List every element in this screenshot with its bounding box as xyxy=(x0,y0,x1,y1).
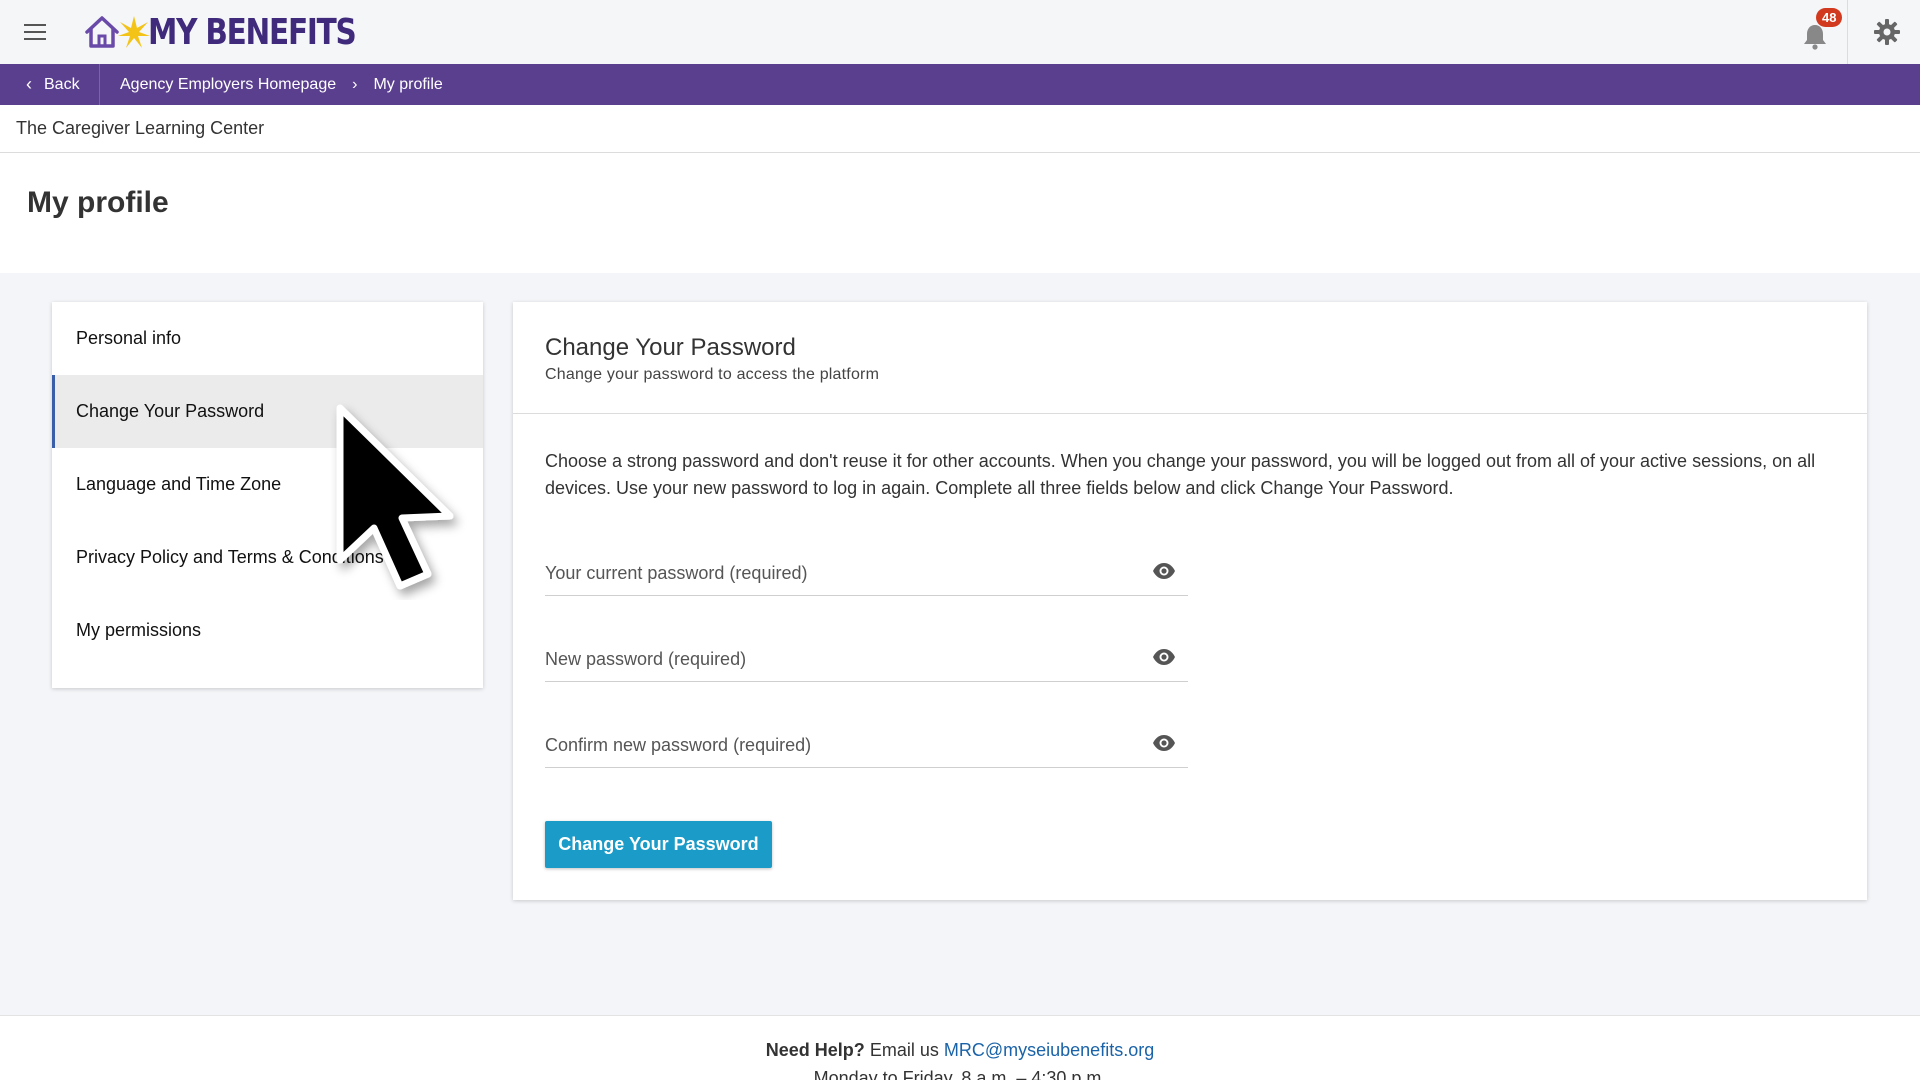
org-name: The Caregiver Learning Center xyxy=(16,118,265,138)
current-password-input[interactable] xyxy=(545,552,1135,594)
chevron-left-icon: ‹ xyxy=(26,74,32,94)
footer-hours: Monday to Friday, 8 a.m. – 4:30 p.m. xyxy=(813,1068,1107,1080)
notifications-button[interactable]: 48 xyxy=(1796,8,1843,54)
footer-help: Need Help? Email us MRC@myseiubenefits.o… xyxy=(0,1040,1920,1061)
title-bar: My profile xyxy=(0,153,1920,273)
page-title: My profile xyxy=(27,186,169,219)
new-password-field xyxy=(545,638,1188,682)
org-bar: The Caregiver Learning Center xyxy=(0,105,1920,153)
chevron-right-icon: › xyxy=(352,75,358,93)
current-password-field xyxy=(545,552,1188,596)
breadcrumb: ‹ Back Agency Employers Homepage › My pr… xyxy=(0,64,1920,105)
panel-header: Change Your Password Change your passwor… xyxy=(513,302,1867,414)
breadcrumb-current: My profile xyxy=(373,75,443,93)
confirm-password-field xyxy=(545,724,1188,768)
help-label: Need Help? xyxy=(765,1040,865,1060)
topbar-divider xyxy=(1847,0,1848,64)
confirm-password-input[interactable] xyxy=(545,724,1135,766)
menu-icon[interactable] xyxy=(24,17,54,47)
home-icon xyxy=(85,16,119,48)
eye-icon[interactable] xyxy=(1152,648,1176,666)
gear-icon[interactable] xyxy=(1873,18,1901,46)
change-password-button[interactable]: Change Your Password xyxy=(545,821,772,868)
footer: Need Help? Email us MRC@myseiubenefits.o… xyxy=(0,1015,1920,1080)
eye-icon[interactable] xyxy=(1152,562,1176,580)
sidebar-item-personal-info[interactable]: Personal info xyxy=(52,302,483,375)
top-bar: MY BENEFITS 48 xyxy=(0,0,1920,64)
mouse-cursor-icon xyxy=(336,404,454,590)
logo-text: MY BENEFITS xyxy=(148,11,357,53)
panel-subtitle: Change your password to access the platf… xyxy=(545,366,880,383)
sunburst-icon xyxy=(118,16,150,48)
panel-description: Choose a strong password and don't reuse… xyxy=(545,451,1816,498)
notification-badge: 48 xyxy=(1816,8,1843,27)
back-button[interactable]: ‹ Back xyxy=(0,64,100,105)
email-prefix: Email us xyxy=(869,1040,939,1060)
breadcrumb-agency-home[interactable]: Agency Employers Homepage xyxy=(120,76,336,94)
sidebar-item-permissions[interactable]: My permissions xyxy=(52,594,483,667)
logo[interactable]: MY BENEFITS xyxy=(82,12,401,53)
new-password-input[interactable] xyxy=(545,638,1135,680)
panel-title: Change Your Password xyxy=(545,334,796,361)
eye-icon[interactable] xyxy=(1152,734,1176,752)
support-email-link[interactable]: MRC@myseiubenefits.org xyxy=(944,1040,1154,1060)
back-label: Back xyxy=(44,75,80,93)
change-password-panel: Change Your Password Change your passwor… xyxy=(513,302,1867,900)
